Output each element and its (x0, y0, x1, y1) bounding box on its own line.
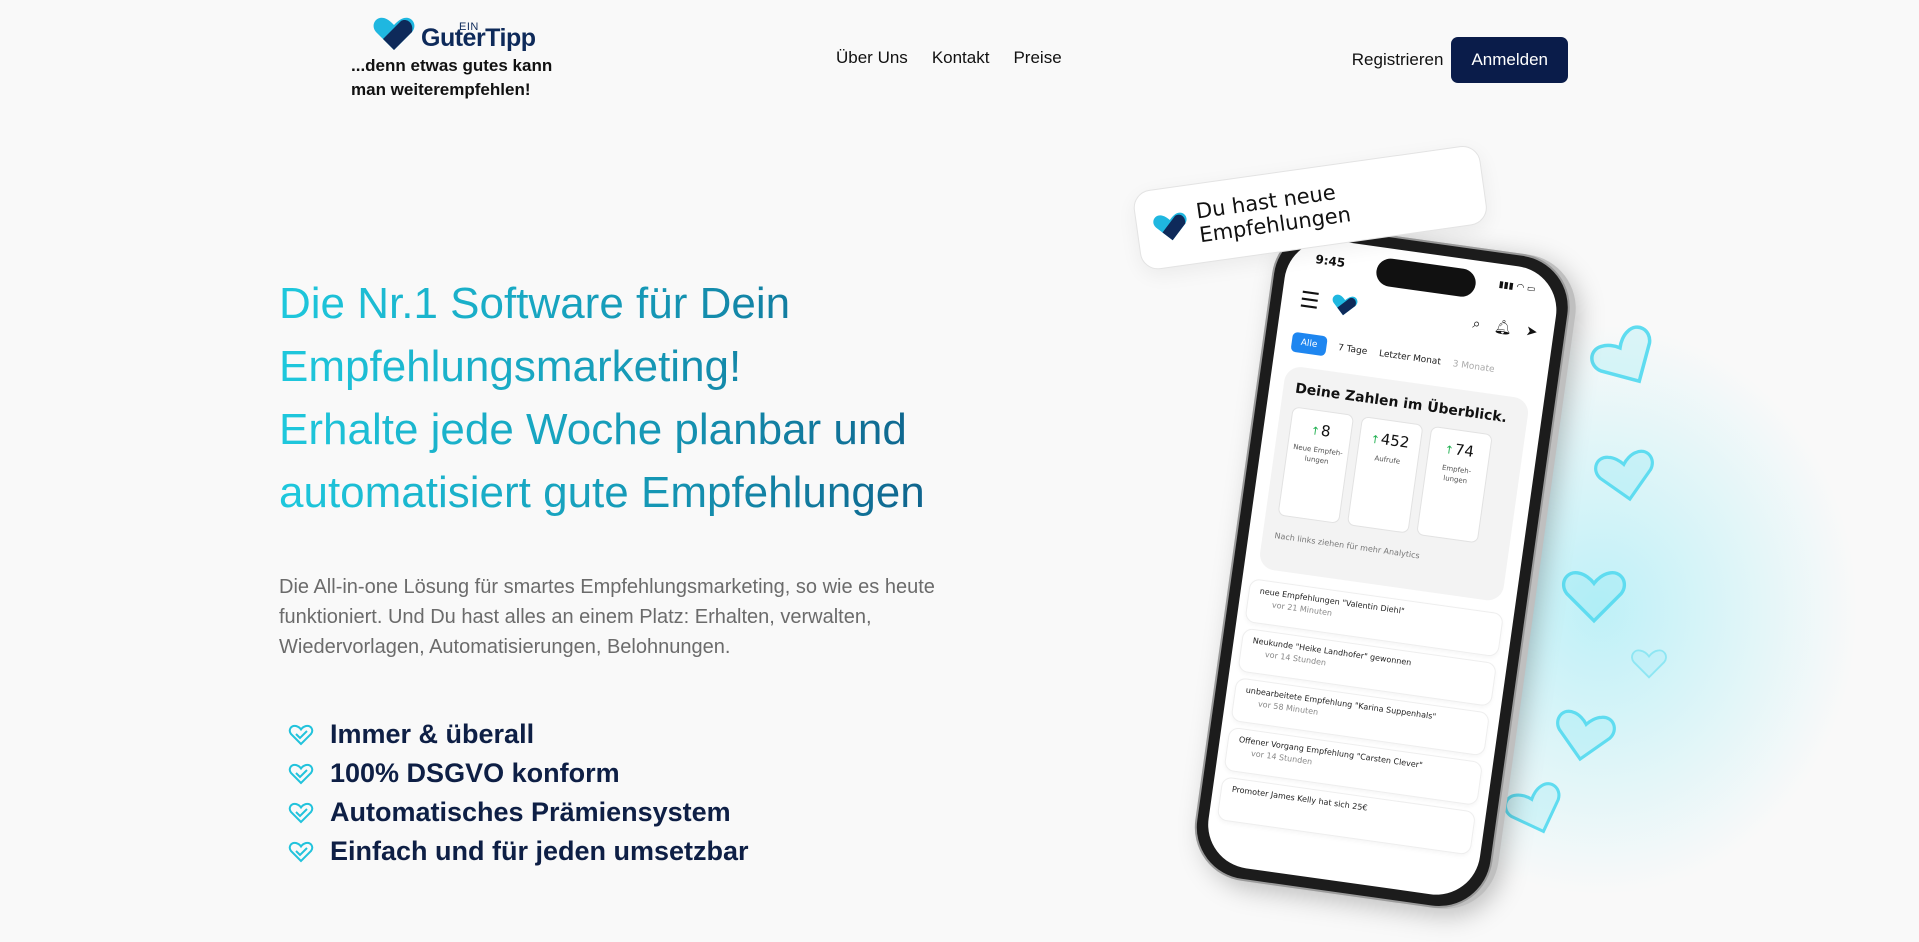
tab-7-tage[interactable]: 7 Tage (1337, 343, 1367, 357)
feature-label: Automatisches Prämiensystem (330, 797, 731, 827)
heart-check-icon (288, 763, 314, 784)
bell-icon[interactable]: 🔔︎ (1493, 319, 1513, 337)
feature-label: Immer & überall (330, 719, 535, 749)
feature-list: Immer & überall 100% DSGVO konform Autom… (288, 715, 749, 871)
login-button[interactable]: Anmelden (1451, 37, 1568, 83)
stat-value: 8 (1290, 417, 1352, 443)
hero-subtext: Die All-in-one Lösung für smartes Empfeh… (279, 576, 935, 658)
search-icon[interactable]: ⌕ (1472, 316, 1482, 333)
stats-card: Deine Zahlen im Überblick. 8 Neue Empfeh… (1257, 365, 1531, 603)
stat-label: Empfeh-lungen (1441, 463, 1472, 486)
send-icon[interactable]: ➤ (1525, 323, 1539, 340)
headline-line-2: Empfehlungsmarketing! (279, 335, 1039, 398)
headline-line-4: automatisiert gute Empfehlungen (279, 461, 1039, 524)
headline-line-3: Erhalte jede Woche planbar und (279, 398, 1039, 461)
nav-ueber-uns[interactable]: Über Uns (836, 48, 908, 68)
floating-heart-icon (1556, 709, 1616, 762)
stat-tile[interactable]: 452 Aufrufe (1346, 416, 1424, 534)
stat-tile[interactable]: 8 Neue Empfeh-lungen (1277, 406, 1355, 524)
status-time: 9:45 (1314, 252, 1347, 271)
stat-label: Aufrufe (1373, 454, 1401, 466)
logo-ein: EIN (459, 21, 479, 33)
heart-logo-icon (373, 17, 415, 50)
brand-logo[interactable]: EIN GuterTipp ...denn etwas gutes kann m… (351, 16, 571, 102)
phone-screen: 9:45 ▮▮▮ ◠ ▭ ☰ ⌕ 🔔︎ ➤ Alle 7 Tage Letzte… (1202, 234, 1563, 901)
heart-check-icon (288, 724, 314, 745)
feature-label: Einfach und für jeden umsetzbar (330, 836, 749, 866)
status-icons: ▮▮▮ ◠ ▭ (1498, 279, 1537, 295)
nav-preise[interactable]: Preise (1013, 48, 1061, 68)
feature-item: Automatisches Prämiensystem (288, 793, 749, 832)
feature-item: Immer & überall (288, 715, 749, 754)
floating-heart-icon (1631, 649, 1667, 679)
tab-letzter-monat[interactable]: Letzter Monat (1378, 349, 1441, 368)
stat-label: Neue Empfeh-lungen (1292, 442, 1344, 466)
heart-logo-icon (1332, 294, 1358, 316)
dynamic-island (1374, 256, 1478, 299)
heart-check-icon (288, 841, 314, 862)
activity-feed: neue Empfehlungen "Valentin Diehl" vor 2… (1216, 578, 1505, 861)
nav-kontakt[interactable]: Kontakt (932, 48, 990, 68)
auth-actions: Registrieren Anmelden (1352, 37, 1568, 83)
feature-item: 100% DSGVO konform (288, 754, 749, 793)
tab-3-monate[interactable]: 3 Monate (1452, 359, 1495, 375)
heart-logo-icon (1153, 212, 1187, 241)
floating-heart-icon (1594, 449, 1654, 502)
stat-tile[interactable]: 74 Empfeh-lungen (1416, 425, 1493, 544)
tagline: ...denn etwas gutes kann man weiterempfe… (351, 56, 553, 99)
heart-check-icon (288, 802, 314, 823)
stat-value: 74 (1428, 437, 1490, 463)
notification-text: Du hast neue Empfehlungen (1194, 180, 1353, 248)
feature-item: Einfach und für jeden umsetzbar (288, 832, 749, 871)
stat-value: 452 (1359, 427, 1421, 453)
phone-frame: 9:45 ▮▮▮ ◠ ▭ ☰ ⌕ 🔔︎ ➤ Alle 7 Tage Letzte… (1187, 219, 1577, 916)
feature-label: 100% DSGVO konform (330, 758, 620, 788)
hero-headline: Die Nr.1 Software für Dein Empfehlungsma… (279, 272, 1039, 524)
menu-icon[interactable]: ☰ (1298, 287, 1321, 315)
tab-alle[interactable]: Alle (1290, 331, 1328, 357)
headline-line-1: Die Nr.1 Software für Dein (279, 272, 1039, 335)
register-button[interactable]: Registrieren (1352, 50, 1444, 70)
main-nav: Über Uns Kontakt Preise (836, 48, 1062, 68)
